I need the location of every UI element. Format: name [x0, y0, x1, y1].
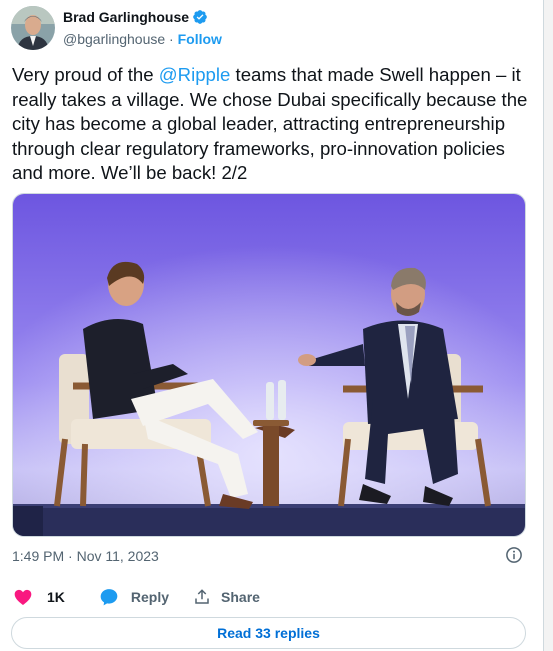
reply-button[interactable]: Reply	[99, 587, 169, 607]
mention-link[interactable]: @Ripple	[159, 64, 231, 85]
tweet-text-before: Very proud of the	[12, 64, 159, 85]
handle-separator: ·	[165, 31, 178, 47]
tweet-text: Very proud of the @Ripple teams that mad…	[12, 63, 532, 186]
author-name[interactable]: Brad Garlinghouse	[63, 9, 189, 25]
tweet-embed-card: Brad Garlinghouse @bgarlinghouse · Follo…	[0, 0, 544, 651]
share-label: Share	[221, 589, 260, 605]
like-button[interactable]: 1K	[13, 587, 65, 607]
like-count: 1K	[47, 589, 65, 605]
tweet-actions: 1K Reply Share	[12, 586, 260, 608]
follow-button[interactable]: Follow	[178, 31, 222, 47]
tweet-timestamp[interactable]: 1:49 PM · Nov 11, 2023	[12, 548, 159, 564]
share-button[interactable]: Share	[193, 588, 260, 606]
name-row: Brad Garlinghouse	[63, 7, 222, 27]
author-avatar[interactable]	[11, 6, 55, 50]
share-upload-icon	[195, 589, 209, 604]
author-handle[interactable]: @bgarlinghouse	[63, 31, 165, 47]
tweet-photo[interactable]	[12, 193, 526, 537]
info-icon[interactable]	[505, 546, 523, 564]
heart-icon	[14, 589, 32, 605]
vertical-scrollbar[interactable]	[544, 0, 553, 651]
read-replies-button[interactable]: Read 33 replies	[11, 617, 526, 649]
handle-row: @bgarlinghouse · Follow	[63, 29, 222, 49]
verified-badge-icon	[192, 9, 208, 25]
reply-bubble-icon	[100, 589, 118, 606]
reply-label: Reply	[130, 589, 170, 605]
tweet-header: Brad Garlinghouse @bgarlinghouse · Follo…	[11, 6, 222, 50]
author-names: Brad Garlinghouse @bgarlinghouse · Follo…	[63, 7, 222, 50]
